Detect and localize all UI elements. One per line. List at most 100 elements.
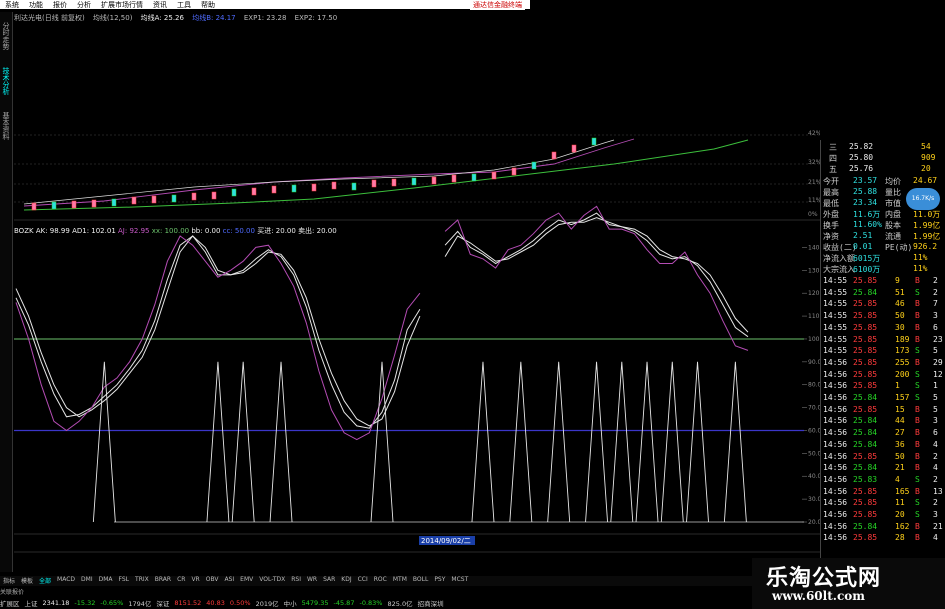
candle — [291, 184, 297, 193]
buy-signal — [471, 361, 495, 523]
tick-time: 14:55 — [823, 346, 848, 356]
tick-direction: S — [915, 369, 920, 379]
brand-link[interactable]: 通达信金融终端 — [470, 0, 525, 10]
tick-price: 25.84 — [853, 463, 878, 473]
tick-row: 14:56 25.85 50 B 2 — [823, 452, 941, 462]
indicator-tab[interactable]: ROC — [371, 576, 390, 586]
candle — [411, 177, 417, 186]
tick-count: 5 — [933, 346, 938, 356]
tick-time: 14:56 — [823, 510, 848, 519]
menu-extended-market[interactable]: 扩展市场行情 — [96, 0, 148, 10]
tick-direction: S — [915, 381, 920, 391]
tick-price: 25.85 — [853, 311, 878, 321]
tick-count: 2 — [933, 451, 938, 461]
tick-direction: B — [915, 357, 920, 367]
order-price: 25.76 — [849, 164, 874, 173]
stat-value2: 1.99亿 — [913, 221, 941, 230]
candle — [471, 173, 477, 182]
menu-analysis[interactable]: 分析 — [72, 0, 96, 10]
zx-label: 中小 — [283, 599, 297, 608]
indicator-tab[interactable]: CR — [174, 576, 188, 586]
indicator-tab[interactable]: BOLL — [410, 576, 431, 586]
stat-row: 今开 23.57 均价 24.67 — [823, 176, 941, 186]
order-volume: 54 — [921, 142, 931, 151]
tick-direction: S — [915, 287, 920, 297]
order-level: 三 — [829, 143, 837, 152]
side-area-label[interactable]: 扩展区 — [0, 598, 20, 608]
chart-area[interactable]: 2014/09/02/二 42% 32% 21% 11% 0% 140.00 130.00… — [14, 24, 820, 554]
stock-title: 利达光电(日线 前复权) — [14, 14, 85, 22]
tab-timeshare[interactable]: 分时走势 — [1, 22, 11, 50]
indicator-tab[interactable]: TRIX — [132, 576, 152, 586]
tick-price: 25.85 — [853, 346, 878, 356]
tick-volume: 4 — [895, 474, 900, 484]
indicator-tab[interactable]: 模板 — [18, 576, 36, 586]
indicator-tab[interactable]: ASI — [221, 576, 237, 586]
status-tail: 招商深圳 — [417, 599, 444, 608]
tick-time: 14:55 — [823, 287, 848, 297]
indicator-tab[interactable]: MACD — [54, 576, 78, 586]
tick-count: 5 — [933, 404, 938, 414]
indicator-tab[interactable]: MTM — [390, 576, 410, 586]
related-quote-label[interactable]: 关联报价 — [0, 587, 24, 596]
tick-row: 14:55 25.85 9 B 2 — [823, 276, 941, 286]
indicator-tab[interactable]: WR — [304, 576, 320, 586]
tick-volume: 200 — [895, 369, 910, 379]
indicator-tab[interactable]: PSY — [431, 576, 448, 586]
indicator-tab[interactable]: RSI — [288, 576, 304, 586]
buy-value: 买进: 20.00 — [257, 227, 296, 235]
menu-help[interactable]: 帮助 — [196, 0, 220, 10]
tick-row: 14:56 25.84 157 S 5 — [823, 393, 941, 403]
tick-volume: 9 — [895, 276, 900, 285]
tick-price: 25.85 — [853, 404, 878, 414]
indicator-tab[interactable]: DMA — [96, 576, 116, 586]
indicator-tab[interactable]: BRAR — [152, 576, 174, 586]
indicator-tab[interactable]: VOL-TDX — [256, 576, 288, 586]
tick-volume: 46 — [895, 299, 905, 309]
indicator-tab[interactable]: DMI — [78, 576, 96, 586]
stat-key2: 市值 — [885, 199, 901, 208]
indicator-tab[interactable]: FSL — [116, 576, 133, 586]
tick-price: 25.85 — [853, 322, 878, 332]
order-book-row: 三 25.82 54 — [823, 142, 941, 152]
chart-info-line: 利达光电(日线 前复权) 均线(12,50) 均线A: 25.26 均线B: 2… — [14, 13, 534, 23]
menu-news[interactable]: 资讯 — [148, 0, 172, 10]
tick-count: 3 — [933, 311, 938, 321]
indicator-tab[interactable]: 全部 — [36, 576, 54, 586]
pct-tick-label: 21% — [808, 179, 820, 186]
tick-count: 23 — [933, 334, 943, 344]
tick-count: 2 — [933, 276, 938, 285]
y-tick-label: 30.00 — [808, 496, 820, 503]
indicator-tab[interactable]: SAR — [320, 576, 338, 586]
sh-value: 2341.18 — [42, 598, 70, 607]
buy-signal — [585, 361, 609, 523]
tick-row: 14:56 25.85 11 S 2 — [823, 498, 941, 508]
menu-tools[interactable]: 工具 — [172, 0, 196, 10]
zx-pct: -0.83% — [359, 598, 383, 607]
y-tick-label: 70.00 — [808, 405, 820, 412]
indicator-tab[interactable]: CCI — [355, 576, 371, 586]
indicator-tab[interactable]: OBV — [203, 576, 222, 586]
candle — [511, 167, 517, 176]
candle — [351, 182, 357, 191]
tick-time: 14:56 — [823, 439, 848, 449]
indicator-tab[interactable]: EMV — [237, 576, 256, 586]
indicator-tab[interactable]: KDJ — [338, 576, 354, 586]
candle — [51, 201, 57, 210]
tab-technical[interactable]: 技术分析 — [1, 67, 11, 95]
speed-ball[interactable]: 16.7K/s — [906, 188, 940, 210]
indicator-tab[interactable]: MCST — [448, 576, 471, 586]
y-tick-label: 120.00 — [808, 290, 820, 297]
menu-function[interactable]: 功能 — [24, 0, 48, 10]
buy-signal — [610, 361, 634, 523]
menu-quote[interactable]: 报价 — [48, 0, 72, 10]
stat-key: 收益(二) — [823, 243, 857, 252]
tick-volume: 173 — [895, 346, 910, 356]
indicator-tab[interactable]: VR — [188, 576, 202, 586]
menu-system[interactable]: 系统 — [0, 0, 24, 10]
indicator-tab[interactable]: 指标 — [0, 576, 18, 586]
tick-direction: S — [915, 474, 920, 484]
tick-time: 14:56 — [823, 486, 848, 496]
candle — [391, 178, 397, 187]
tab-fundamentals[interactable]: 基本资料 — [1, 112, 11, 140]
